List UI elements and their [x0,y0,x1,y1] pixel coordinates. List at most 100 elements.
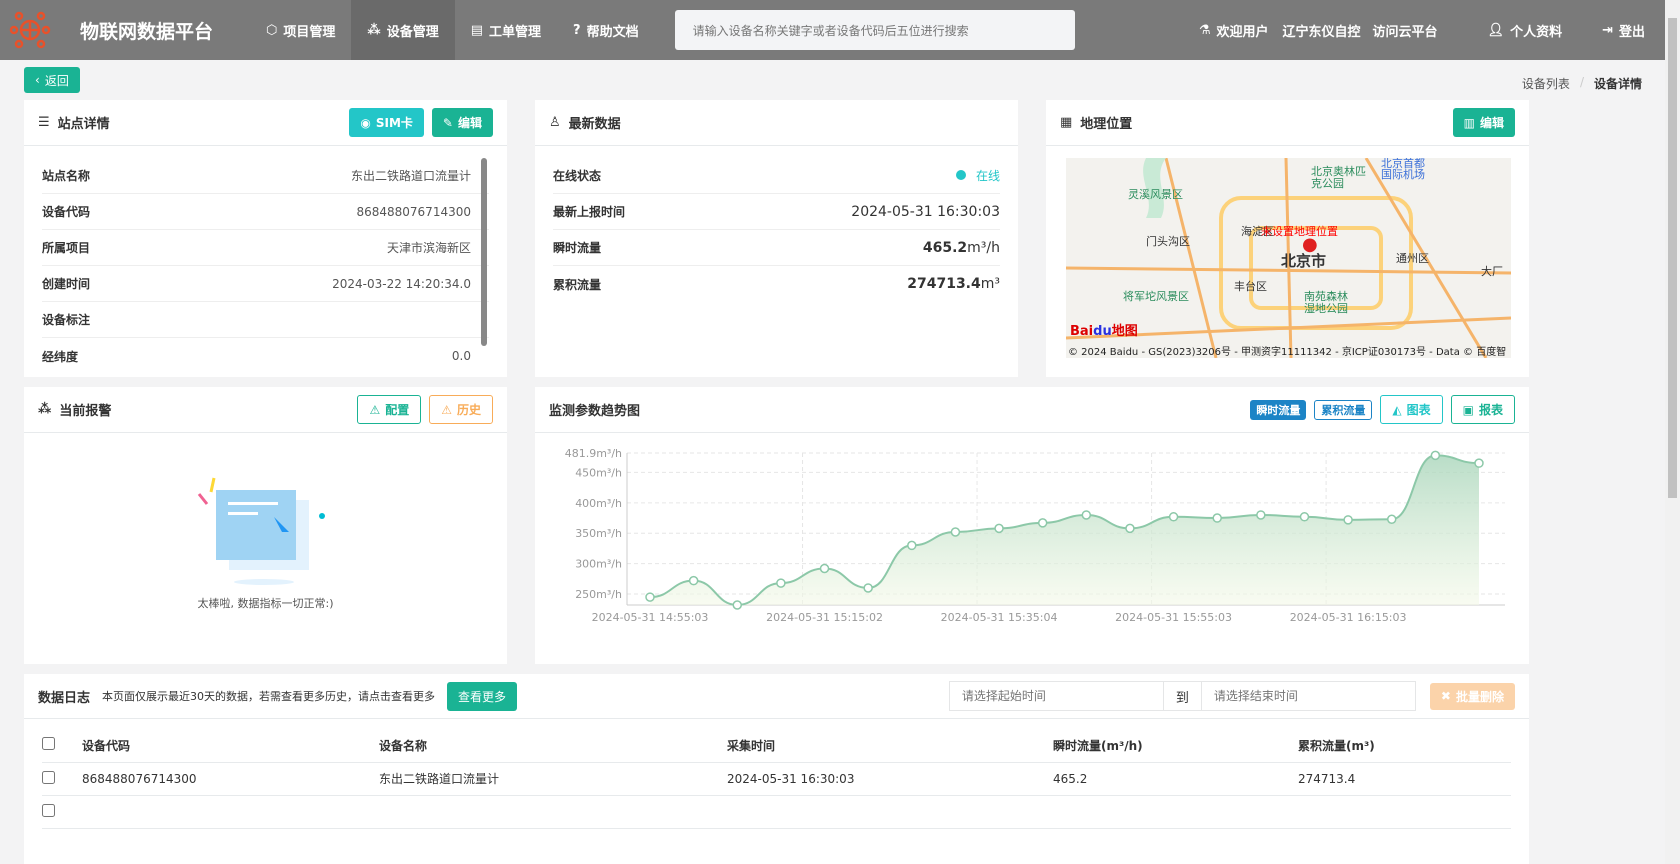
map-label: 北京奥林匹克公园 [1311,165,1366,190]
logout-link[interactable]: ⇥ 登出 [1582,0,1665,60]
site-row: 设备标注 [42,302,489,338]
total-label: 累积流量 [553,277,602,292]
breadcrumb-list[interactable]: 设备列表 [1522,75,1570,92]
data-point [819,563,830,574]
profile-link[interactable]: 👤︎ 个人资料 [1468,0,1583,60]
to-label: 到 [1163,681,1201,711]
flask-icon: ⚗ [1198,22,1211,38]
table-row[interactable]: 868488076714300 东出二铁路道口流量计 2024-05-31 16:3… [42,762,1511,796]
data-point [688,575,699,586]
breadcrumb: 设备列表 / 设备详情 [1522,75,1642,92]
page-scrollbar[interactable] [1665,0,1680,864]
empty-illustration [197,477,325,585]
flow-unit: m³/h [967,239,1000,256]
col-header[interactable]: 瞬时流量(m³/h) [1053,729,1298,763]
map-notice: 未设置地理位置 [1261,225,1338,238]
cloud-link[interactable]: 访问云平台 [1367,0,1468,60]
history-button[interactable]: ⚠ 历史 [429,395,493,424]
baidu-map[interactable]: 灵溪风景区 北京奥林匹克公园 门头沟区 海淀区 未设置地理位置 北京市 ● 通州… [1066,158,1511,358]
brand-title[interactable]: 物联网数据平台 [80,17,250,44]
chart-button[interactable]: ◭ 图表 [1380,395,1443,424]
row-checkbox[interactable] [42,770,55,784]
geo-panel: ▦ 地理位置 ▥ 编辑 灵溪风景区 北京奥林匹克公园 门头沟区 海淀区 未设置地理位… [1046,100,1529,377]
status-label: 在线状态 [553,169,602,183]
sign-out-icon: ⇥ [1602,22,1613,38]
nav-device[interactable]: ⁂ 设备管理 [351,0,455,60]
config-label: 配置 [385,403,410,417]
log-note: 本页面仅展示最近30天的数据，若需查看更多历史，请点击查看更多 [102,690,436,703]
breadcrumb-sep: / [1579,75,1584,89]
site-row-value: 东出二铁路道口流量计 [350,169,471,183]
col-header[interactable]: 累积流量(m³) [1298,729,1511,763]
data-point [1299,512,1310,522]
back-button[interactable]: ‹ 返回 [24,67,80,93]
series-area [650,455,1479,605]
sim-button[interactable]: ◉ SIM卡 [349,108,424,137]
data-point [863,583,873,593]
trend-chart: 250m³/h 300m³/h 350m³/h 400m³/h 450m³/h 481.9… [565,447,1505,624]
alarm-panel: ⁂ 当前报警 ⚠ 配置 ⚠ 历史 太棒啦, 数据指标一切正常:) [24,387,507,664]
excel-icon: ▣ [1462,402,1474,417]
site-row-value: 0.0 [451,349,471,363]
empty-message: 太棒啦, 数据指标一切正常:) [197,597,334,610]
data-log-panel: 数据日志 本页面仅展示最近30天的数据，若需查看更多历史，请点击查看更多 查看更多… [24,674,1529,864]
select-all-checkbox[interactable] [42,737,55,751]
y-tick-label: 250m³/h [575,588,622,601]
flow-label: 瞬时流量 [553,241,602,255]
edit-button[interactable]: ✎ 编辑 [431,108,493,137]
col-header[interactable]: 设备代码 [82,729,379,763]
report-time: 2024-05-31 16:30:03 [851,203,1000,220]
cube-icon: ⬡ [266,22,278,38]
map-label: 南苑森林湿地公园 [1304,290,1348,315]
map-label: 将军坨风景区 [1123,290,1189,303]
warning-icon: ⚠ [369,402,381,417]
profile-label: 个人资料 [1510,24,1563,40]
y-tick-label: 400m³/h [575,497,622,510]
site-row-key: 站点名称 [42,169,91,183]
map-copyright: © 2024 Baidu - GS(2023)3206号 - 甲测资字11111… [1068,347,1507,358]
nav-label: 帮助文档 [586,24,639,40]
row-checkbox[interactable] [42,803,55,817]
site-row-value: 2024-03-22 14:20:34.0 [332,276,471,291]
welcome-user: ⚗ 欢迎用户 [1191,0,1277,60]
baidu-logo: Baidu地图 [1070,324,1138,339]
edit-label: 编辑 [457,116,482,130]
search-input[interactable]: 请输入设备名称关键字或者设备代码后五位进行搜索 [674,10,1075,50]
table-row[interactable] [42,795,1511,829]
nav-help[interactable]: ? 帮助文档 [557,0,655,60]
panel-title: 当前报警 [59,404,112,419]
online-dot-icon [955,170,966,180]
data-point [1430,450,1441,461]
company-link[interactable]: 辽宁东仪自控 [1277,0,1367,60]
logo-icon[interactable] [0,0,60,60]
col-header[interactable]: 采集时间 [727,729,1053,763]
view-more-button[interactable]: 查看更多 [447,681,518,711]
chart-label: 图表 [1406,403,1431,417]
tab-total-flow[interactable]: 累积流量 [1314,399,1373,420]
y-tick-label: 350m³/h [575,527,622,540]
area-chart-icon: ◭ [1392,402,1402,417]
map-label: 大厂 [1481,265,1503,278]
x-tick-label: 2024-05-31 16:15:03 [1290,611,1407,624]
panel-title: 站点详情 [57,117,110,132]
tab-instant-flow[interactable]: 瞬时流量 [1250,399,1307,420]
nav-project[interactable]: ⬡ 项目管理 [250,0,351,60]
config-button[interactable]: ⚠ 配置 [357,395,422,424]
data-point [1474,458,1484,468]
start-time-input[interactable] [948,681,1164,711]
chevron-left-icon: ‹ [35,73,40,87]
geo-edit-button[interactable]: ▥ 编辑 [1452,108,1515,137]
batch-delete-button[interactable]: ✖ 批量删除 [1429,682,1515,710]
panel-title: 地理位置 [1080,117,1133,132]
site-row: 设备代码 868488076714300 [42,194,489,230]
user-icon: 👤︎ [1487,22,1505,38]
site-scrollbar[interactable] [481,158,487,346]
col-header[interactable]: 设备名称 [379,729,727,763]
site-row-key: 设备标注 [42,313,91,327]
report-button[interactable]: ▣ 报表 [1450,395,1515,424]
data-log-table: 设备代码 设备名称 采集时间 瞬时流量(m³/h) 累积流量(m³) 868488076… [42,729,1511,829]
panel-title: 数据日志 [38,690,91,706]
end-time-input[interactable] [1200,681,1416,711]
nav-workorder[interactable]: ▤ 工单管理 [455,0,557,60]
total-value: 274713.4 [907,276,981,292]
